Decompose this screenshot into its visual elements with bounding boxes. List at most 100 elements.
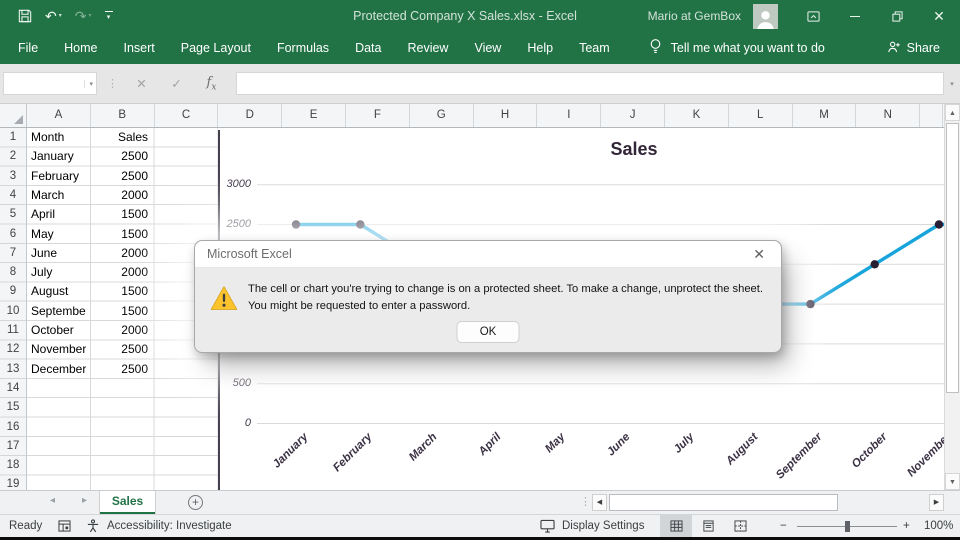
row-header-10[interactable]: 10	[0, 302, 26, 321]
cell-A2[interactable]: January	[28, 147, 86, 166]
tab-file[interactable]: File	[5, 33, 51, 63]
zoom-slider-thumb[interactable]	[845, 521, 850, 532]
dialog-title-bar[interactable]: Microsoft Excel ✕	[195, 241, 781, 268]
cell-B4[interactable]: 2000	[91, 186, 151, 205]
name-box[interactable]: ▾	[3, 72, 97, 95]
column-header-b[interactable]: B	[91, 104, 155, 127]
accessibility-icon[interactable]	[86, 515, 100, 537]
tab-data[interactable]: Data	[342, 33, 394, 63]
scroll-right-icon[interactable]: ▶	[929, 494, 944, 511]
cell-A1[interactable]: Month	[28, 128, 86, 147]
cell-B8[interactable]: 2000	[91, 263, 151, 282]
column-header-l[interactable]: L	[729, 104, 793, 127]
column-header-g[interactable]: G	[410, 104, 474, 127]
tab-team[interactable]: Team	[566, 33, 623, 63]
close-button[interactable]: ✕	[918, 0, 960, 32]
cell-A9[interactable]: August	[28, 282, 86, 301]
accessibility-status[interactable]: Accessibility: Investigate	[107, 515, 232, 537]
cell-B13[interactable]: 2500	[91, 360, 151, 379]
row-header-11[interactable]: 11	[0, 321, 26, 340]
zoom-out-button[interactable]: −	[780, 515, 787, 537]
display-settings-button[interactable]: Display Settings	[540, 515, 644, 537]
minimize-button[interactable]	[834, 0, 876, 32]
row-header-16[interactable]: 16	[0, 418, 26, 437]
next-sheet-icon[interactable]: ▸	[82, 495, 87, 506]
save-icon[interactable]	[18, 9, 32, 23]
column-header-n[interactable]: N	[856, 104, 920, 127]
row-header-15[interactable]: 15	[0, 398, 26, 417]
tab-page-layout[interactable]: Page Layout	[168, 33, 264, 63]
column-header-h[interactable]: H	[474, 104, 538, 127]
cell-grid[interactable]: Month Sales January 2500 February 2500 March 20…	[27, 128, 218, 490]
new-sheet-button[interactable]: +	[188, 495, 203, 510]
tab-formulas[interactable]: Formulas	[264, 33, 342, 63]
column-header-partial[interactable]	[920, 104, 943, 127]
signed-in-user[interactable]: Mario at GemBox	[648, 9, 741, 23]
expand-formula-bar-icon[interactable]: ▾	[944, 80, 960, 88]
zoom-level[interactable]: 100%	[924, 515, 953, 537]
ok-button[interactable]: OK	[457, 321, 520, 343]
column-header-f[interactable]: F	[346, 104, 410, 127]
cancel-formula-icon[interactable]: ✕	[124, 76, 159, 91]
row-header-3[interactable]: 3	[0, 167, 26, 186]
user-avatar[interactable]	[753, 4, 778, 29]
formula-input[interactable]	[236, 72, 944, 95]
normal-view-button[interactable]	[660, 515, 692, 537]
cell-B5[interactable]: 1500	[91, 205, 151, 224]
cell-B3[interactable]: 2500	[91, 167, 151, 186]
redo-button[interactable]: ↷▾	[75, 9, 92, 23]
horizontal-scrollbar[interactable]: ◀ ▶	[592, 491, 945, 514]
tab-view[interactable]: View	[461, 33, 514, 63]
zoom-in-button[interactable]: +	[903, 515, 910, 537]
cell-A11[interactable]: October	[28, 321, 86, 340]
undo-button[interactable]: ↶▾	[45, 9, 62, 23]
row-header-13[interactable]: 13	[0, 360, 26, 379]
enter-formula-icon[interactable]: ✓	[159, 76, 194, 91]
page-layout-view-button[interactable]	[692, 515, 724, 537]
row-header-14[interactable]: 14	[0, 379, 26, 398]
ribbon-display-options-button[interactable]	[792, 0, 834, 32]
cell-A13[interactable]: December	[28, 360, 86, 379]
column-header-j[interactable]: J	[601, 104, 665, 127]
cell-A8[interactable]: July	[28, 263, 86, 282]
tab-insert[interactable]: Insert	[111, 33, 168, 63]
vertical-scrollbar[interactable]: ▲ ▼	[944, 104, 960, 490]
cell-A5[interactable]: April	[28, 205, 86, 224]
row-header-7[interactable]: 7	[0, 244, 26, 263]
tab-home[interactable]: Home	[51, 33, 110, 63]
sheet-tab-sales[interactable]: Sales	[99, 491, 156, 514]
cell-A3[interactable]: February	[28, 167, 86, 186]
row-header-18[interactable]: 18	[0, 456, 26, 475]
share-button[interactable]: Share	[887, 40, 940, 57]
page-break-view-button[interactable]	[724, 515, 756, 537]
row-header-1[interactable]: 1	[0, 128, 26, 147]
restore-button[interactable]	[876, 0, 918, 32]
column-header-a[interactable]: A	[27, 104, 91, 127]
prev-sheet-icon[interactable]: ◂	[50, 495, 55, 506]
select-all-button[interactable]	[0, 104, 27, 127]
cell-B10[interactable]: 1500	[91, 302, 151, 321]
macro-record-icon[interactable]	[58, 515, 71, 537]
row-header-6[interactable]: 6	[0, 225, 26, 244]
name-box-dropdown-icon[interactable]: ▾	[84, 80, 93, 88]
tab-help[interactable]: Help	[514, 33, 566, 63]
cell-A4[interactable]: March	[28, 186, 86, 205]
column-header-c[interactable]: C	[155, 104, 219, 127]
tell-me-box[interactable]: Tell me what you want to do	[649, 38, 825, 58]
column-header-m[interactable]: M	[793, 104, 857, 127]
cell-B2[interactable]: 2500	[91, 147, 151, 166]
row-header-9[interactable]: 9	[0, 282, 26, 301]
dialog-close-icon[interactable]: ✕	[749, 245, 769, 263]
cell-B11[interactable]: 2000	[91, 321, 151, 340]
vertical-scrollbar-thumb[interactable]	[946, 123, 959, 393]
row-header-12[interactable]: 12	[0, 340, 26, 359]
insert-function-icon[interactable]: fx	[194, 75, 229, 93]
row-header-5[interactable]: 5	[0, 205, 26, 224]
customize-qat-icon[interactable]: ▾	[105, 11, 113, 21]
cell-A10[interactable]: September	[28, 302, 86, 321]
tab-review[interactable]: Review	[394, 33, 461, 63]
row-header-2[interactable]: 2	[0, 147, 26, 166]
scroll-left-icon[interactable]: ◀	[592, 494, 607, 511]
scroll-down-icon[interactable]: ▼	[945, 473, 960, 490]
cell-B1[interactable]: Sales	[91, 128, 151, 147]
